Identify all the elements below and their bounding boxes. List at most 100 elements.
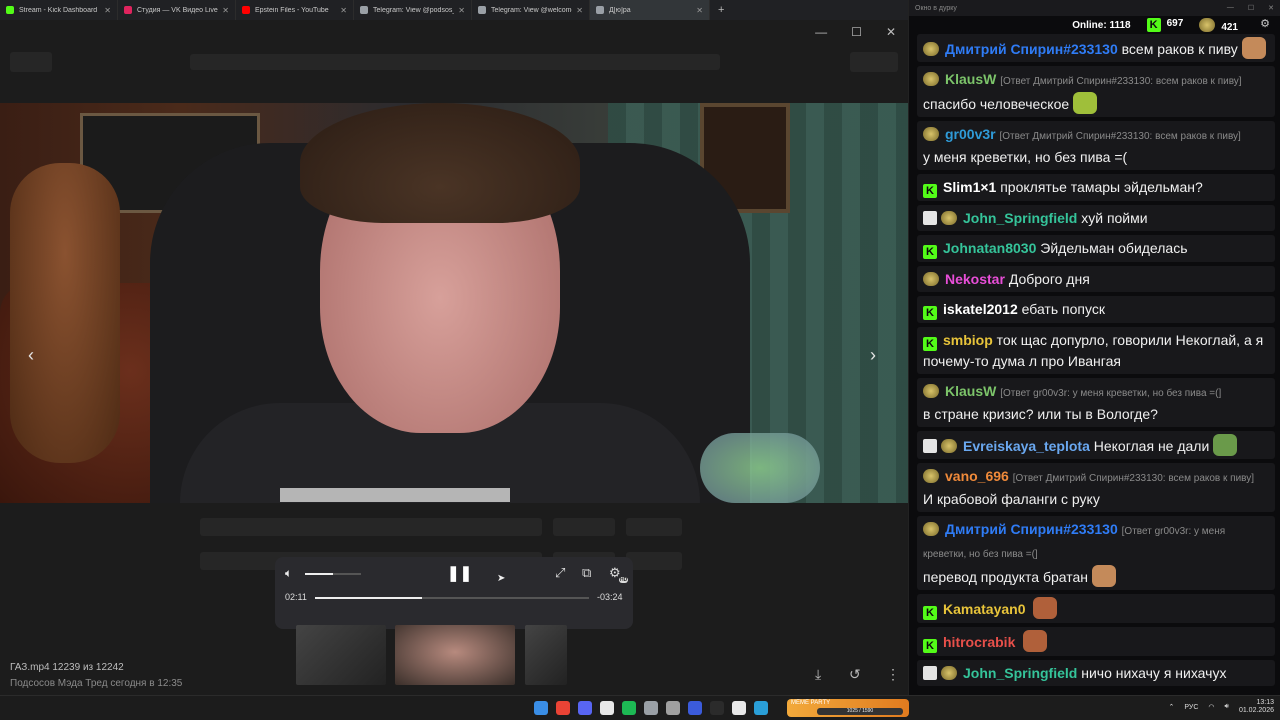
chat-message[interactable]: Дмитрий Спирин#233130 [Ответ gr00v3r: у … [917,516,1275,590]
more-options-icon[interactable]: ⋮ [886,666,900,683]
online-count: 1118 [1109,19,1131,31]
taskbar-app-icon[interactable] [622,701,636,715]
chat-message[interactable]: Ksmbiop ток щас допурло, говорили Некогл… [917,327,1275,374]
language-indicator[interactable]: РУС [1184,704,1198,711]
speaker-icon[interactable]: 🔊︎ [1225,703,1229,711]
chat-settings-gear-icon[interactable]: ⚙ [1260,17,1270,30]
thumbnail-next[interactable] [525,625,567,685]
chat-message[interactable]: K Kamatayan0 [917,594,1275,623]
chat-message[interactable]: KlausW [Ответ Дмитрий Спирин#233130: все… [917,66,1275,117]
rotate-icon[interactable]: ↺ [849,666,861,683]
chat-username[interactable]: iskatel2012 [943,301,1018,317]
taskbar-app-icon[interactable] [688,701,702,715]
video-frame[interactable]: ‹ › [0,103,908,503]
chat-message[interactable]: Khitrocrabik [917,627,1275,656]
taskbar-app-icon[interactable] [732,701,746,715]
taskbar-app-icon[interactable] [754,701,768,715]
minimize-icon[interactable]: — [815,25,827,39]
chat-message[interactable]: John_Springfield хуй пойми [917,205,1275,231]
browser-tab[interactable]: Студия — VK Видео Live ✕ [118,0,236,20]
taskbar-app-icon[interactable] [556,701,570,715]
browser-tab[interactable]: Д[ю]ра ✕ [590,0,710,20]
taskbar-app-icon[interactable] [534,701,548,715]
chat-message[interactable]: Дмитрий Спирин#233130 всем раков к пиву [917,34,1275,62]
tab-close-icon[interactable]: ✕ [458,6,465,15]
chat-message-text: ебать попуск [1021,301,1105,317]
tab-label: Студия — VK Видео Live [137,6,218,14]
chat-username[interactable]: Slim1×1 [943,179,996,195]
emote-image [1241,37,1266,59]
chat-message[interactable]: Kiskatel2012 ебать попуск [917,296,1275,323]
prev-arrow-icon[interactable]: ‹ [28,345,34,366]
tab-close-icon[interactable]: ✕ [696,6,703,15]
next-arrow-icon[interactable]: › [870,345,876,366]
chat-message[interactable]: John_Springfield ничо нихачу я нихачух [917,660,1275,686]
close-icon[interactable]: ✕ [1268,4,1274,12]
chat-message-text: ничо нихачу я нихачух [1081,665,1227,681]
tab-close-icon[interactable]: ✕ [576,6,583,15]
file-name: ГАЗ.mp4 12239 из 12242 [10,662,124,673]
taskbar-app-icon[interactable] [578,701,592,715]
chat-message[interactable]: vano_696 [Ответ Дмитрий Спирин#233130: в… [917,463,1275,512]
taskbar-app-icon[interactable] [644,701,658,715]
chat-username[interactable]: gr00v3r [945,126,996,142]
picture-in-picture-icon[interactable]: ⧉ [582,565,591,581]
browser-tab[interactable]: Telegram: View @welcome2RH ✕ [472,0,590,20]
download-icon[interactable]: ⤓ [815,666,821,683]
new-tab-button[interactable]: + [718,4,724,16]
chat-username[interactable]: Дмитрий Спирин#233130 [945,521,1118,537]
chat-username[interactable]: Evreiskaya_teplota [963,438,1090,454]
chat-message[interactable]: Nekostar Доброго дня [917,266,1275,292]
kick-badge-icon: K [923,606,937,620]
tray-chevron-icon[interactable]: ⌃ [1169,703,1175,711]
chat-window-title: Окно в дурку [915,4,957,12]
clock[interactable]: 13:13 01.02.2026 [1239,699,1274,715]
chat-username[interactable]: KlausW [945,383,996,399]
chat-username[interactable]: vano_696 [945,468,1009,484]
tab-close-icon[interactable]: ✕ [222,6,229,15]
chat-message[interactable]: KlausW [Ответ gr00v3r: у меня креветки, … [917,378,1275,427]
chat-username[interactable]: Johnatan8030 [943,240,1036,256]
meme-party-widget[interactable]: MEME PARTY 1025 / 1590 [787,699,909,717]
seek-bar[interactable] [315,597,589,599]
chat-message[interactable]: K Slim1×1 проклятье тамары эйдельман? [917,174,1275,201]
close-icon[interactable]: ✕ [886,25,896,39]
browser-tab[interactable]: Telegram: View @podsos_club ✕ [354,0,472,20]
ghost-row [200,518,542,536]
browser-tab[interactable]: Stream - Kick Dashboard ✕ [0,0,118,20]
chat-username[interactable]: John_Springfield [963,210,1077,226]
maximize-icon[interactable]: ☐ [851,25,862,39]
maximize-icon[interactable]: ☐ [1248,4,1254,12]
ghost-row [553,518,615,536]
viewer-window-controls: — ☐ ✕ [815,25,896,39]
chat-username[interactable]: Дмитрий Спирин#233130 [945,41,1118,57]
thumbnail-current[interactable] [395,625,515,685]
tab-favicon-icon [6,6,14,14]
network-icon[interactable]: ◠ [1208,703,1214,711]
taskbar-app-icon[interactable] [600,701,614,715]
thumbnail-prev[interactable] [296,625,386,685]
chat-username[interactable]: John_Springfield [963,665,1077,681]
media-viewer: — ☐ ✕ ‹ › 🔈︎ ❚❚ ➤ ⤢ ⧉ ⚙ HD 02:11 -03:24 … [0,20,908,695]
chat-username[interactable]: Kamatayan0 [943,601,1026,617]
tab-close-icon[interactable]: ✕ [340,6,347,15]
taskbar-app-icon[interactable] [666,701,680,715]
fullscreen-icon[interactable]: ⤢ [555,565,565,581]
tab-close-icon[interactable]: ✕ [104,6,111,15]
chat-message[interactable]: gr00v3r [Ответ Дмитрий Спирин#233130: вс… [917,121,1275,170]
chat-username[interactable]: smbiop [943,332,993,348]
chat-username[interactable]: Nekostar [945,271,1005,287]
pause-button[interactable]: ❚❚ [447,564,472,582]
clock-date: 01.02.2026 [1238,707,1274,714]
volume-slider[interactable] [305,573,361,575]
chat-username[interactable]: hitrocrabik [943,634,1015,650]
quality-badge: HD [619,577,629,583]
minimize-icon[interactable]: — [1227,4,1234,12]
chat-username[interactable]: KlausW [945,71,996,87]
chat-message[interactable]: K Johnatan8030 Эйдельман обиделась [917,235,1275,262]
chat-message[interactable]: Evreiskaya_teplota Некоглая не дали [917,431,1275,459]
taskbar-app-icon[interactable] [710,701,724,715]
subscriber-badge-icon [923,211,937,225]
browser-tab[interactable]: Epstein Files - YouTube ✕ [236,0,354,20]
volume-icon[interactable]: 🔈︎ [285,566,292,581]
